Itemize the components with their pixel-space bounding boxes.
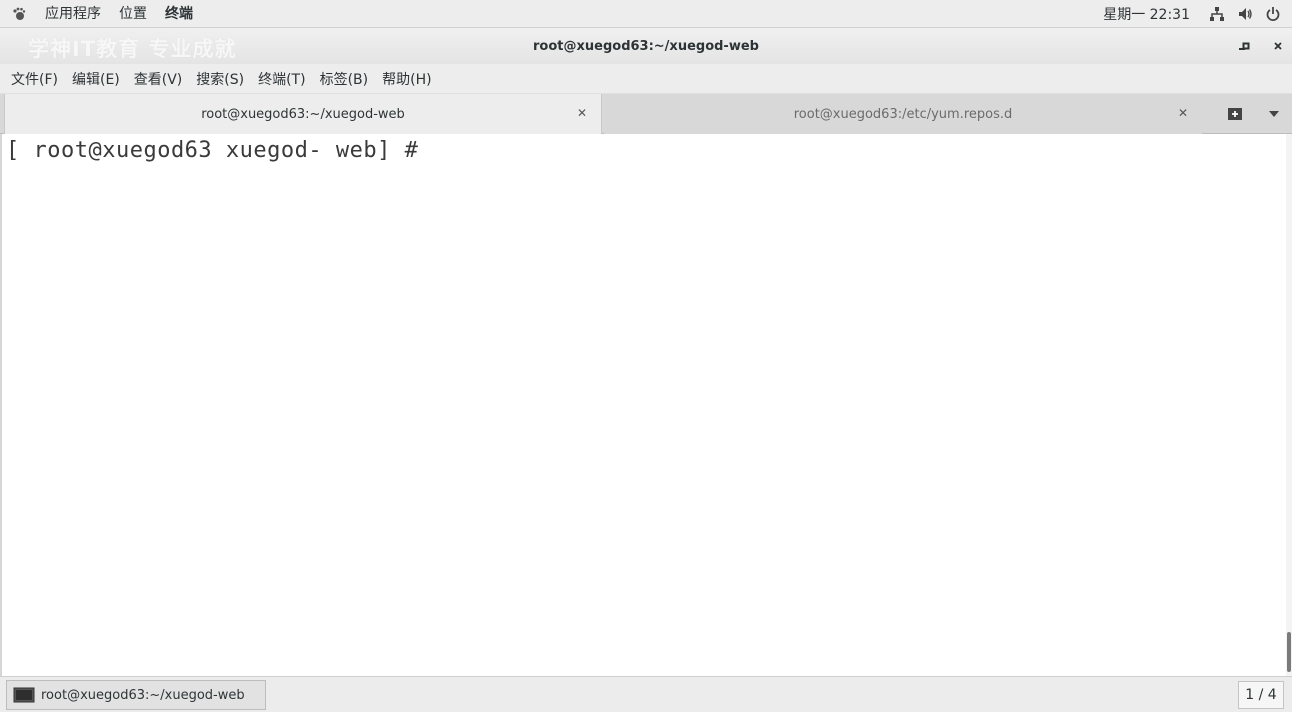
window-title: root@xuegod63:~/xuegod-web [533, 38, 759, 54]
close-icon[interactable]: ✕ [1178, 106, 1188, 120]
menu-search[interactable]: 搜索(S) [189, 69, 251, 89]
restore-button[interactable] [1236, 36, 1256, 56]
tab-bar: root@xuegod63:~/xuegod-web ✕ root@xuegod… [0, 94, 1292, 134]
new-tab-icon[interactable] [1226, 105, 1244, 123]
scrollbar-thumb[interactable] [1287, 632, 1291, 672]
menu-tabs[interactable]: 标签(B) [313, 69, 376, 89]
menu-terminal[interactable]: 终端(T) [251, 69, 312, 89]
applications-menu[interactable]: 应用程序 [36, 0, 110, 28]
tab-yum-repos[interactable]: root@xuegod63:/etc/yum.repos.d ✕ [604, 94, 1202, 134]
terminal-area[interactable]: [ root@xuegod63 xuegod- web] # [0, 134, 1286, 676]
clock[interactable]: 星期一 22:31 [1103, 4, 1190, 24]
chevron-down-icon[interactable] [1266, 108, 1282, 120]
menu-help[interactable]: 帮助(H) [375, 69, 438, 89]
volume-icon[interactable] [1236, 5, 1254, 23]
bottom-taskbar: root@xuegod63:~/xuegod-web 1 / 4 [0, 676, 1292, 712]
tab-xuegod-web[interactable]: root@xuegod63:~/xuegod-web ✕ [4, 94, 602, 134]
power-icon[interactable] [1264, 5, 1282, 23]
menu-edit[interactable]: 编辑(E) [65, 69, 127, 89]
places-menu[interactable]: 位置 [110, 0, 156, 28]
tab-label: root@xuegod63:~/xuegod-web [201, 106, 405, 122]
close-button[interactable] [1268, 36, 1288, 56]
top-panel: 应用程序 位置 终端 星期一 22:31 [0, 0, 1292, 28]
menu-view[interactable]: 查看(V) [127, 69, 190, 89]
menubar: 文件(F) 编辑(E) 查看(V) 搜索(S) 终端(T) 标签(B) 帮助(H… [0, 64, 1292, 94]
taskbar-window-label: root@xuegod63:~/xuegod-web [41, 687, 245, 703]
taskbar-window-button[interactable]: root@xuegod63:~/xuegod-web [6, 680, 266, 710]
gnome-foot-icon[interactable] [10, 5, 28, 23]
tab-label: root@xuegod63:/etc/yum.repos.d [793, 106, 1013, 122]
terminal-scrollbar[interactable] [1286, 134, 1292, 676]
terminal-icon [13, 687, 35, 703]
window-titlebar[interactable]: 学神IT教育 专业成就 root@xuegod63:~/xuegod-web [0, 28, 1292, 64]
terminal-app-menu[interactable]: 终端 [156, 0, 202, 28]
close-icon[interactable]: ✕ [577, 106, 587, 120]
workspace-pager[interactable]: 1 / 4 [1238, 681, 1284, 709]
network-icon[interactable] [1208, 5, 1226, 23]
watermark-logo: 学神IT教育 专业成就 [28, 37, 237, 61]
menu-file[interactable]: 文件(F) [4, 69, 65, 89]
terminal-prompt: [ root@xuegod63 xuegod- web] # [6, 138, 419, 163]
